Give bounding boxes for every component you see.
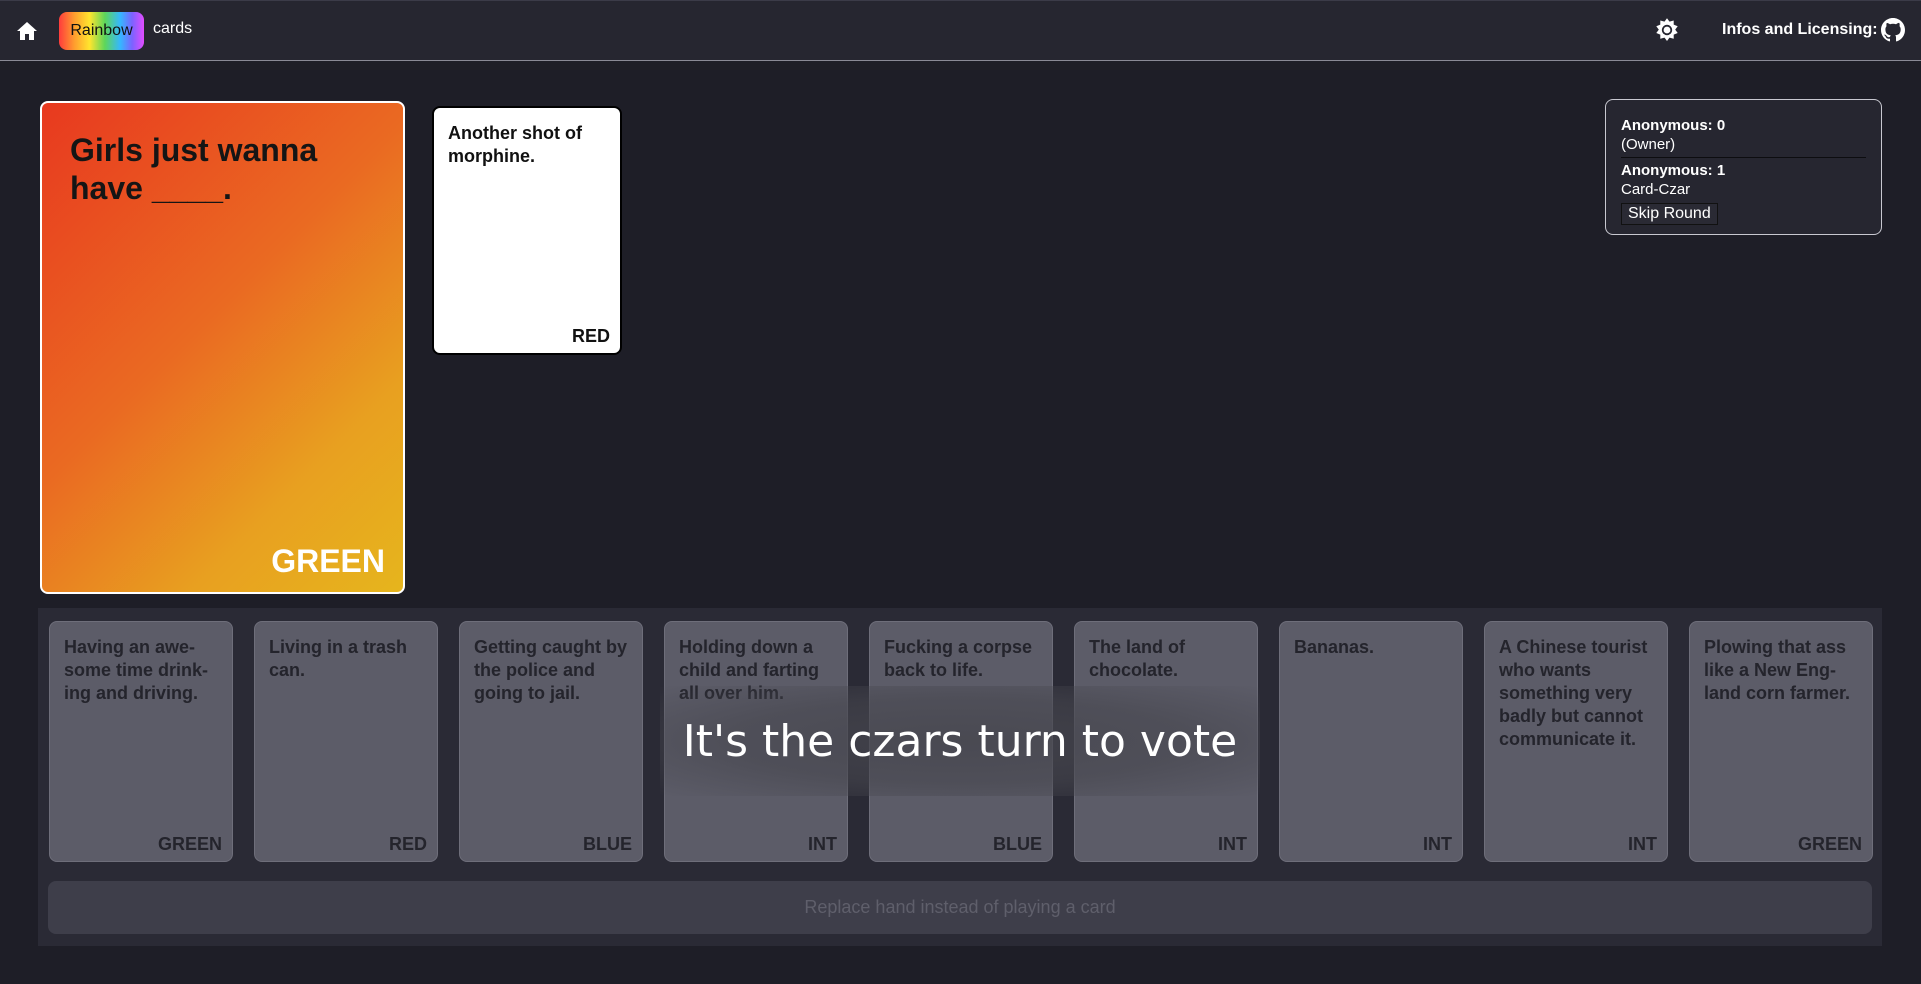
hand-card-text: A Chinese tourist who wants something ve… [1499,637,1648,749]
hand-card[interactable]: Bananas. INT [1279,621,1463,862]
hand-card-text: Having an awe-some time drink-ing and dr… [64,637,209,703]
player-divider [1621,157,1866,158]
hand-card[interactable]: Having an awe-some time drink-ing and dr… [49,621,233,862]
hand-card-text: Plowing that ass like a New Eng-land cor… [1704,637,1851,703]
home-icon [17,22,37,40]
player-role: (Owner) [1621,136,1676,153]
player-role: Card-Czar [1621,181,1691,198]
hand-card-tag: INT [1218,834,1247,854]
player-name: Anonymous: 1 [1621,162,1726,179]
hand-card-tag: INT [808,834,837,854]
top-bar: Rainbow cards Infos and Licensing: [0,0,1921,61]
replace-hand-button[interactable]: Replace hand instead of playing a card [48,881,1872,934]
hand-card-tag: GREEN [1797,834,1862,854]
player-name: Anonymous: 0 [1621,117,1726,134]
players-panel: Anonymous: 0 (Owner) Anonymous: 1 Card-C… [1605,99,1882,235]
brand-text: cards [153,20,193,37]
hand-card-tag: BLUE [993,834,1042,854]
hand-card-tag: INT [1423,834,1452,854]
infos-licensing-link[interactable]: Infos and Licensing: [1722,21,1878,39]
hand-card[interactable]: Plowing that ass like a New Eng-land cor… [1689,621,1873,862]
hand-card-tag: RED [388,834,427,854]
brand-badge[interactable]: Rainbow [59,12,144,50]
skip-round-button[interactable]: Skip Round [1621,203,1718,225]
hand-card-tag: INT [1628,834,1657,854]
played-card[interactable]: Another shot of morphine. RED [432,106,622,355]
black-card-text: Girls just wanna have ____. [70,132,318,206]
hand-card[interactable]: Getting caught by the police and going t… [459,621,643,862]
hand-card[interactable]: Living in a trash can. RED [254,621,438,862]
played-card-text: Another shot of morphine. [448,123,582,166]
hand-card-text: The land of chocolate. [1089,637,1185,680]
hand-card-text: Bananas. [1294,637,1375,657]
github-button[interactable] [1880,17,1906,43]
home-button[interactable] [14,18,40,44]
github-icon [1881,18,1905,42]
hand-card-text: Fucking a corpse back to life. [884,637,1033,680]
hand-card-tag: BLUE [583,834,632,854]
brightness-icon [1656,18,1678,42]
hand-card[interactable]: A Chinese tourist who wants something ve… [1484,621,1668,862]
black-card: Girls just wanna have ____. GREEN [40,101,405,594]
czar-vote-message: It's the czars turn to vote [660,686,1260,796]
hand-card-text: Getting caught by the police and going t… [474,637,627,703]
played-card-tag: RED [571,326,610,346]
black-card-tag: GREEN [271,543,385,579]
hand-card-text: Living in a trash can. [269,637,408,680]
hand-card-tag: GREEN [157,834,222,854]
theme-toggle-button[interactable] [1654,17,1680,43]
